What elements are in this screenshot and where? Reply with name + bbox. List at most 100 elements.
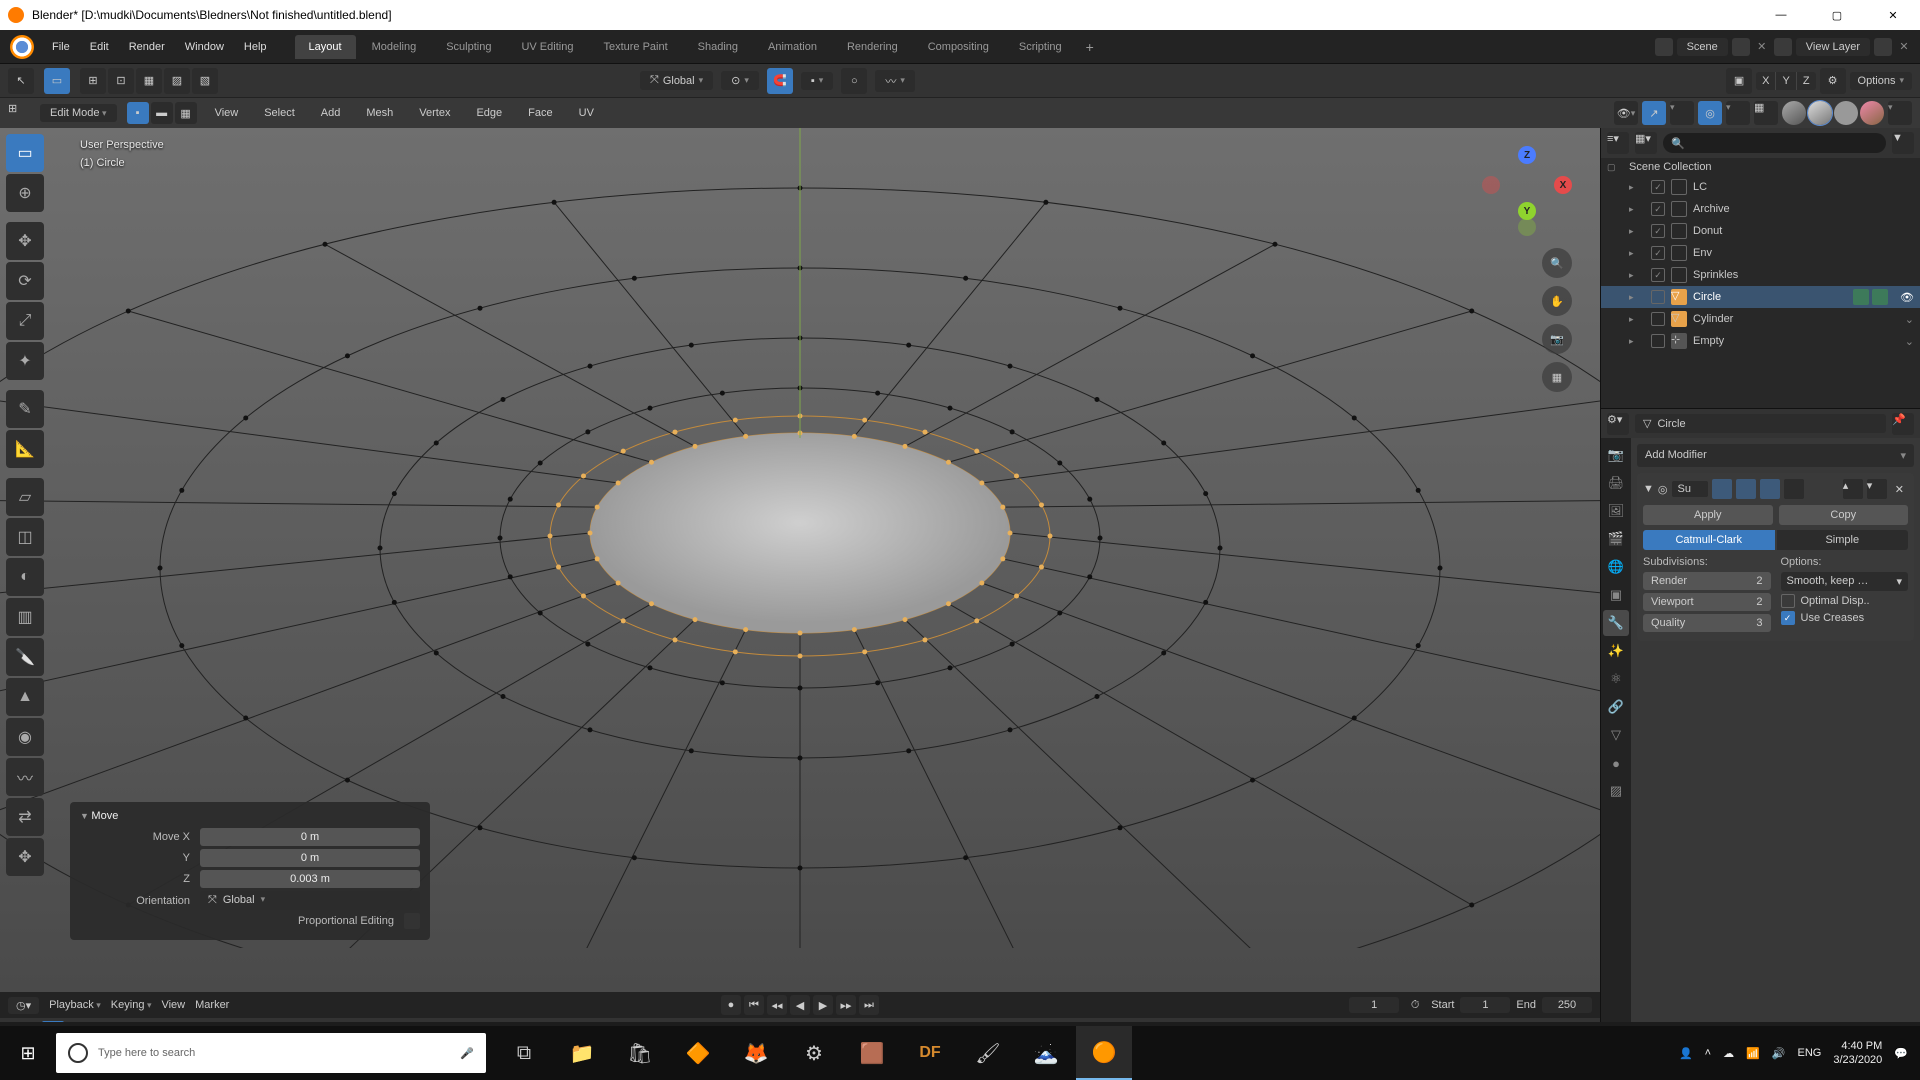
timeline-editor-icon[interactable]: ◷▾ <box>8 997 39 1014</box>
face-select-mode[interactable]: ▦ <box>175 102 197 124</box>
axis-x-icon[interactable]: X <box>1554 176 1572 194</box>
edge-select-mode[interactable]: ▬ <box>151 102 173 124</box>
workspace-tab[interactable]: Layout <box>295 35 356 59</box>
outliner-row[interactable]: ▸Donut <box>1601 220 1920 242</box>
workspace-tab[interactable]: Shading <box>684 35 752 59</box>
workspace-tab[interactable]: Rendering <box>833 35 912 59</box>
mod-editmode-toggle[interactable] <box>1760 479 1780 499</box>
menu-uv[interactable]: UV <box>571 104 602 122</box>
menu-window[interactable]: Window <box>177 37 232 57</box>
tab-viewlayer[interactable]: 🖼 <box>1603 498 1629 524</box>
next-key-button[interactable]: ▸▸ <box>836 995 856 1015</box>
keying-menu[interactable]: Keying <box>111 999 152 1011</box>
tool-icon[interactable]: ↖ <box>8 68 34 94</box>
viewport-subdiv-field[interactable]: Viewport2 <box>1643 593 1771 611</box>
maximize-button[interactable]: ▢ <box>1818 9 1856 22</box>
tab-texture[interactable]: ▨ <box>1603 778 1629 804</box>
tool-transform[interactable]: ✦ <box>6 342 44 380</box>
select-icon[interactable]: ▭ <box>44 68 70 94</box>
scene-name-field[interactable]: Scene <box>1677 38 1728 56</box>
outliner-row[interactable]: ▸▽Circle👁 <box>1601 286 1920 308</box>
mode-dropdown[interactable]: Edit Mode <box>40 104 117 122</box>
tab-material[interactable]: ● <box>1603 750 1629 776</box>
tool-measure[interactable]: 📐 <box>6 430 44 468</box>
close-button[interactable]: ✕ <box>1874 9 1912 22</box>
cursor-tool-icon[interactable]: ▧ <box>192 68 218 94</box>
taskbar-minecraft[interactable]: 🟫 <box>844 1026 900 1080</box>
taskbar-firefox[interactable]: 🦊 <box>728 1026 784 1080</box>
mod-moveup-button[interactable]: ▴ <box>1843 479 1863 499</box>
mod-cage-toggle[interactable] <box>1784 479 1804 499</box>
display-mode-icon[interactable]: ▦▾ <box>1635 132 1657 154</box>
optimal-display-checkbox[interactable] <box>1781 594 1795 608</box>
tray-network-icon[interactable]: 📶 <box>1746 1047 1760 1060</box>
tab-physics[interactable]: ⚛ <box>1603 666 1629 692</box>
cursor-tool-icon[interactable]: ▦ <box>136 68 162 94</box>
use-creases-checkbox[interactable] <box>1781 611 1795 625</box>
properties-editor-icon[interactable]: ⚙▾ <box>1607 413 1629 435</box>
subdiv-catmull[interactable]: Catmull-Clark <box>1643 530 1775 550</box>
play-rev-button[interactable]: ◀ <box>790 995 810 1015</box>
quality-field[interactable]: Quality3 <box>1643 614 1771 632</box>
shading-solid[interactable] <box>1808 101 1832 125</box>
vertex-select-mode[interactable]: ▪ <box>127 102 149 124</box>
gizmo-toggle[interactable]: ↗ <box>1642 101 1666 125</box>
axis-lock-y[interactable]: Y <box>1776 72 1796 90</box>
taskbar-steam[interactable]: ⚙ <box>786 1026 842 1080</box>
cursor-tool-icon[interactable]: ▨ <box>164 68 190 94</box>
tab-world[interactable]: 🌐 <box>1603 554 1629 580</box>
outliner-editor-icon[interactable]: ≡▾ <box>1607 132 1629 154</box>
axis-lock-x[interactable]: X <box>1756 72 1776 90</box>
snap-type-dropdown[interactable]: ▪ <box>801 72 833 90</box>
outliner-row[interactable]: ▸LC <box>1601 176 1920 198</box>
viewlayer-delete-button[interactable]: ✕ <box>1896 40 1912 53</box>
tool-bevel[interactable]: ◐ <box>6 558 44 596</box>
taskview-icon[interactable]: ⧉ <box>496 1026 552 1080</box>
search-box[interactable]: Type here to search 🎤 <box>56 1033 486 1073</box>
tray-onedrive-icon[interactable]: ☁ <box>1723 1047 1734 1060</box>
subdiv-simple[interactable]: Simple <box>1777 530 1909 550</box>
taskbar-app[interactable]: 🔶 <box>670 1026 726 1080</box>
camera-icon[interactable]: 📷 <box>1542 324 1572 354</box>
viewlayer-name-field[interactable]: View Layer <box>1796 38 1870 56</box>
copy-button[interactable]: Copy <box>1779 505 1909 525</box>
pivot-dropdown[interactable]: ⊙ <box>721 71 759 90</box>
playback-menu[interactable]: Playback <box>49 999 101 1011</box>
mod-movedown-button[interactable]: ▾ <box>1867 479 1887 499</box>
jump-end-button[interactable]: ⏭ <box>859 995 879 1015</box>
tab-constraints[interactable]: 🔗 <box>1603 694 1629 720</box>
cursor-tool-icon[interactable]: ⊞ <box>80 68 106 94</box>
tool-edgeslide[interactable]: ⇄ <box>6 798 44 836</box>
workspace-tab[interactable]: Scripting <box>1005 35 1076 59</box>
tool-move[interactable]: ✥ <box>6 222 44 260</box>
shading-lookdev[interactable] <box>1834 101 1858 125</box>
tool-loopcut[interactable]: ▥ <box>6 598 44 636</box>
tool-inset[interactable]: ◫ <box>6 518 44 556</box>
menu-help[interactable]: Help <box>236 37 275 57</box>
menu-file[interactable]: File <box>44 37 78 57</box>
operator-panel[interactable]: Move Move X0 m Y0 m Z0.003 m Orientation… <box>70 802 430 940</box>
axis-z-icon[interactable]: Z <box>1518 146 1536 164</box>
axis-neg-z-icon[interactable] <box>1518 218 1536 236</box>
persp-ortho-icon[interactable]: ▦ <box>1542 362 1572 392</box>
tray-people-icon[interactable]: 👤 <box>1679 1047 1693 1060</box>
taskbar-app3[interactable]: 🗻 <box>1018 1026 1074 1080</box>
start-frame-field[interactable]: 1 <box>1460 997 1510 1013</box>
taskbar-app2[interactable]: 🖌 <box>960 1026 1016 1080</box>
orientation-field[interactable]: ⤧ Global <box>200 891 420 910</box>
apply-button[interactable]: Apply <box>1643 505 1773 525</box>
tool-cursor[interactable]: ⊕ <box>6 174 44 212</box>
overlay-toggle[interactable]: ◎ <box>1698 101 1722 125</box>
tool-spin[interactable]: ◉ <box>6 718 44 756</box>
menu-mesh[interactable]: Mesh <box>358 104 401 122</box>
tray-chevron-icon[interactable]: ˄ <box>1705 1047 1711 1059</box>
jump-start-button[interactable]: ⏮ <box>744 995 764 1015</box>
proportional-checkbox[interactable] <box>404 913 420 929</box>
workspace-tab[interactable]: Modeling <box>358 35 431 59</box>
tab-scene[interactable]: 🎬 <box>1603 526 1629 552</box>
tool-shrink[interactable]: ✥ <box>6 838 44 876</box>
tab-particles[interactable]: ✨ <box>1603 638 1629 664</box>
proportional-falloff[interactable]: 〰 <box>875 70 915 92</box>
zoom-icon[interactable]: 🔍 <box>1542 248 1572 278</box>
tool-scale[interactable]: ⤢ <box>6 302 44 340</box>
